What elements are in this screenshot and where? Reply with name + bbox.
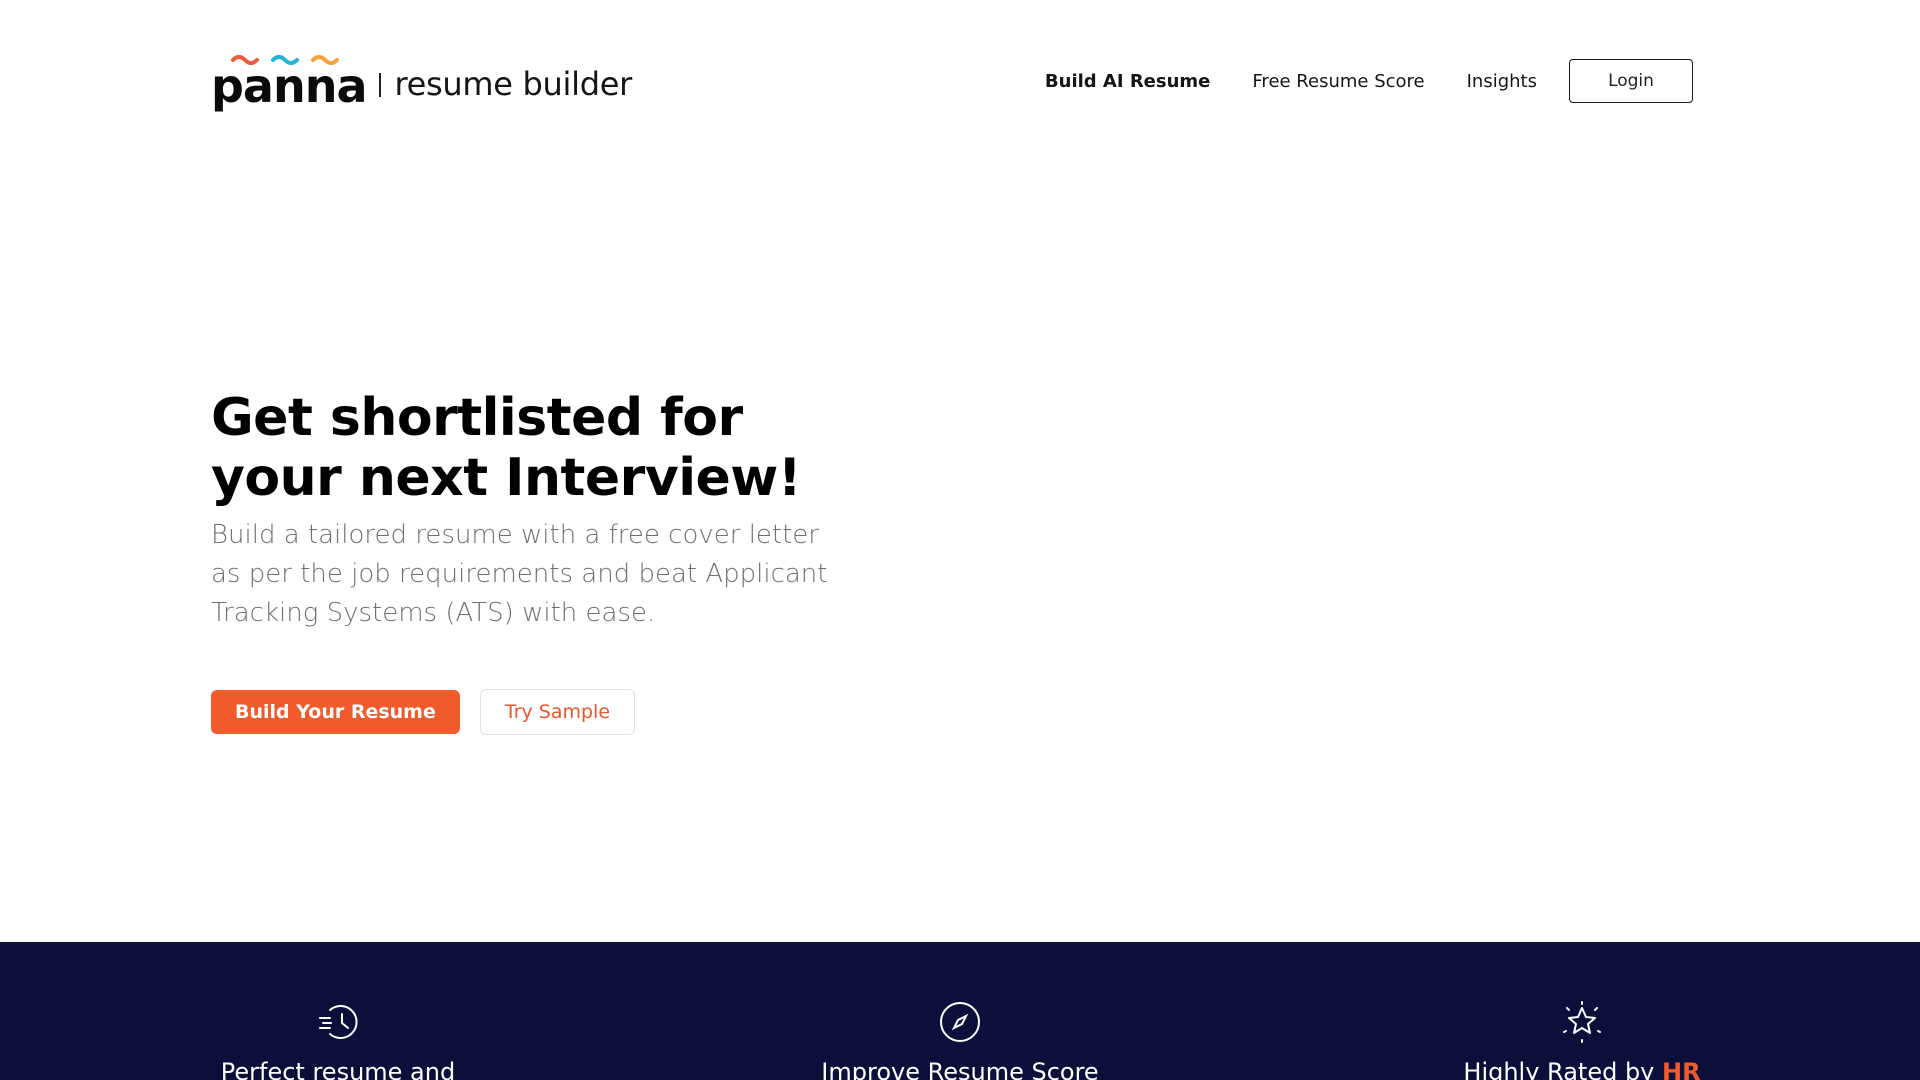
compass-icon (940, 1002, 980, 1042)
fast-clock-icon (319, 1005, 358, 1039)
logo-waves-icon (231, 55, 339, 65)
logo-word: panna (211, 59, 368, 113)
feature-item: Improve Resume Score (700, 1000, 1220, 1080)
brand-logo[interactable]: panna resume builder (211, 53, 633, 109)
features-band: Perfect resume and Improve Resume Score … (0, 942, 1920, 1080)
feature-text: Highly Rated by HR (1322, 1058, 1842, 1080)
site-header: panna resume builder Build AI Resume Fre… (211, 53, 1693, 109)
nav-free-resume-score[interactable]: Free Resume Score (1252, 71, 1424, 92)
logo-wordmark: panna (211, 53, 368, 109)
hero-subtitle: Build a tailored resume with a free cove… (211, 520, 828, 628)
feature-item: Perfect resume and (78, 1000, 598, 1080)
hero-section: Get shortlisted for your next Interview!… (211, 388, 911, 735)
nav-insights[interactable]: Insights (1467, 71, 1537, 92)
feature-text-accent: HR (1662, 1058, 1701, 1080)
logo-divider (378, 73, 381, 97)
logo-tagline: resume builder (394, 65, 633, 103)
feature-text-prefix: Highly Rated by (1463, 1058, 1655, 1080)
sparkle-star-icon (1563, 1001, 1601, 1043)
login-button[interactable]: Login (1569, 59, 1693, 103)
feature-item: Highly Rated by HR (1322, 1000, 1842, 1080)
feature-text: Improve Resume Score (821, 1058, 1099, 1080)
hero-title-line-2: your next Interview! (211, 448, 802, 508)
main-nav: Build AI Resume Free Resume Score Insigh… (1045, 59, 1693, 103)
feature-text: Perfect resume and (220, 1058, 456, 1080)
nav-build-ai-resume[interactable]: Build AI Resume (1045, 71, 1210, 92)
hero-title: Get shortlisted for your next Interview! (211, 388, 851, 508)
build-resume-button[interactable]: Build Your Resume (211, 690, 460, 734)
hero-actions: Build Your Resume Try Sample (211, 689, 911, 735)
hero-title-line-1: Get shortlisted for (211, 388, 743, 448)
try-sample-button[interactable]: Try Sample (479, 689, 636, 735)
page: panna resume builder Build AI Resume Fre… (0, 0, 1920, 1080)
